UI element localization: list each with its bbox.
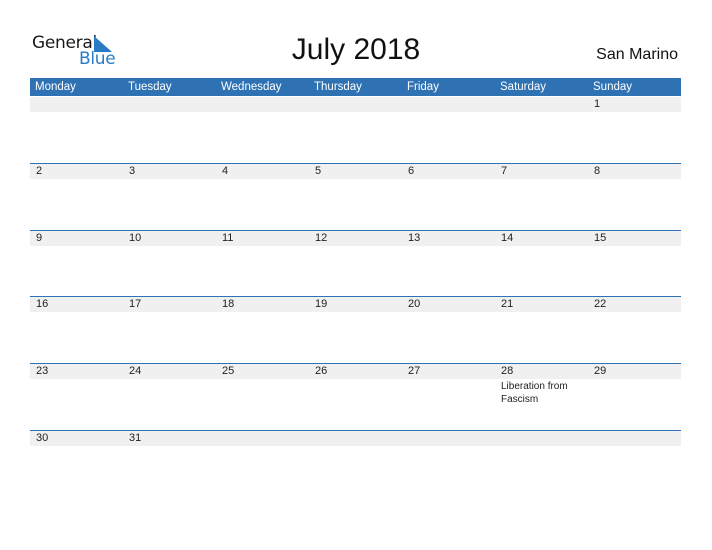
- day-number: 12: [315, 232, 328, 244]
- day-number: 11: [222, 232, 234, 244]
- day-number: 29: [594, 365, 607, 377]
- day-cell: [402, 97, 495, 157]
- week-row: 23 24 25 26 27 28 Liberation from Fascism 29: [30, 363, 681, 430]
- day-number: 3: [129, 165, 136, 177]
- day-cell: 11: [216, 231, 309, 291]
- day-number: 15: [594, 232, 607, 244]
- weekday-header: Monday Tuesday Wednesday Thursday Friday…: [30, 78, 681, 96]
- weekday-sunday: Sunday: [593, 81, 633, 93]
- day-cell: 17: [123, 297, 216, 357]
- day-number: 25: [222, 365, 235, 377]
- day-cell: 12: [309, 231, 402, 291]
- week-row: 1: [30, 97, 681, 163]
- day-cell: [216, 431, 309, 491]
- week-row: 16 17 18 19 20 21 22: [30, 296, 681, 363]
- day-cell: 9: [30, 231, 123, 291]
- day-cell: [588, 431, 681, 491]
- day-cell: 14: [495, 231, 588, 291]
- day-number: 4: [222, 165, 229, 177]
- day-cell: 29: [588, 364, 681, 424]
- week-row: 9 10 11 12 13 14 15: [30, 230, 681, 297]
- day-number: 1: [594, 98, 601, 110]
- country-name: San Marino: [596, 46, 678, 63]
- day-cell: 7: [495, 164, 588, 224]
- day-number: 19: [315, 298, 328, 310]
- day-cell: 4: [216, 164, 309, 224]
- day-number: 31: [129, 432, 142, 444]
- day-number: 28: [501, 365, 514, 377]
- day-number: 14: [501, 232, 514, 244]
- holiday-event: Liberation from Fascism: [501, 381, 568, 405]
- day-cell: 18: [216, 297, 309, 357]
- day-number: 23: [36, 365, 49, 377]
- day-cell: 30: [30, 431, 123, 491]
- day-cell: [309, 97, 402, 157]
- day-number: 30: [36, 432, 49, 444]
- day-number: 27: [408, 365, 421, 377]
- day-cell: 24: [123, 364, 216, 424]
- day-cell: [495, 431, 588, 491]
- day-number: 2: [36, 165, 43, 177]
- week-row: 2 3 4 5 6 7 8: [30, 163, 681, 230]
- day-number: 9: [36, 232, 43, 244]
- weekday-friday: Friday: [407, 81, 439, 93]
- day-cell: [402, 431, 495, 491]
- day-number: 13: [408, 232, 421, 244]
- day-cell: [216, 97, 309, 157]
- weekday-wednesday: Wednesday: [221, 81, 282, 93]
- day-cell: 20: [402, 297, 495, 357]
- day-cell: 5: [309, 164, 402, 224]
- day-number: 8: [594, 165, 601, 177]
- day-cell: 2: [30, 164, 123, 224]
- week-row: 30 31: [30, 430, 681, 497]
- day-number: 10: [129, 232, 142, 244]
- weekday-thursday: Thursday: [314, 81, 362, 93]
- day-cell: 27: [402, 364, 495, 424]
- weekday-saturday: Saturday: [500, 81, 547, 93]
- day-cell: [495, 97, 588, 157]
- day-cell: [123, 97, 216, 157]
- day-number: 24: [129, 365, 142, 377]
- day-number: 18: [222, 298, 235, 310]
- day-cell: 13: [402, 231, 495, 291]
- day-cell: 22: [588, 297, 681, 357]
- day-number: 17: [129, 298, 142, 310]
- day-number: 20: [408, 298, 421, 310]
- day-cell: 26: [309, 364, 402, 424]
- day-cell: 28 Liberation from Fascism: [495, 364, 588, 424]
- day-number: 22: [594, 298, 607, 310]
- day-number: 5: [315, 165, 322, 177]
- day-cell: 21: [495, 297, 588, 357]
- weekday-tuesday: Tuesday: [128, 81, 172, 93]
- day-number: 26: [315, 365, 328, 377]
- day-cell: 19: [309, 297, 402, 357]
- day-cell: 16: [30, 297, 123, 357]
- day-number: 6: [408, 165, 415, 177]
- day-cell: 25: [216, 364, 309, 424]
- day-cell: 6: [402, 164, 495, 224]
- day-cell: 10: [123, 231, 216, 291]
- day-cell: [30, 97, 123, 157]
- day-cell: 31: [123, 431, 216, 491]
- day-number: 7: [501, 165, 508, 177]
- day-number: 16: [36, 298, 49, 310]
- day-cell: 3: [123, 164, 216, 224]
- day-cell: 1: [588, 97, 681, 157]
- day-cell: 15: [588, 231, 681, 291]
- day-number: 21: [501, 298, 514, 310]
- day-cell: [309, 431, 402, 491]
- weekday-monday: Monday: [35, 81, 76, 93]
- day-cell: 8: [588, 164, 681, 224]
- calendar-grid: Monday Tuesday Wednesday Thursday Friday…: [30, 78, 681, 446]
- day-cell: 23: [30, 364, 123, 424]
